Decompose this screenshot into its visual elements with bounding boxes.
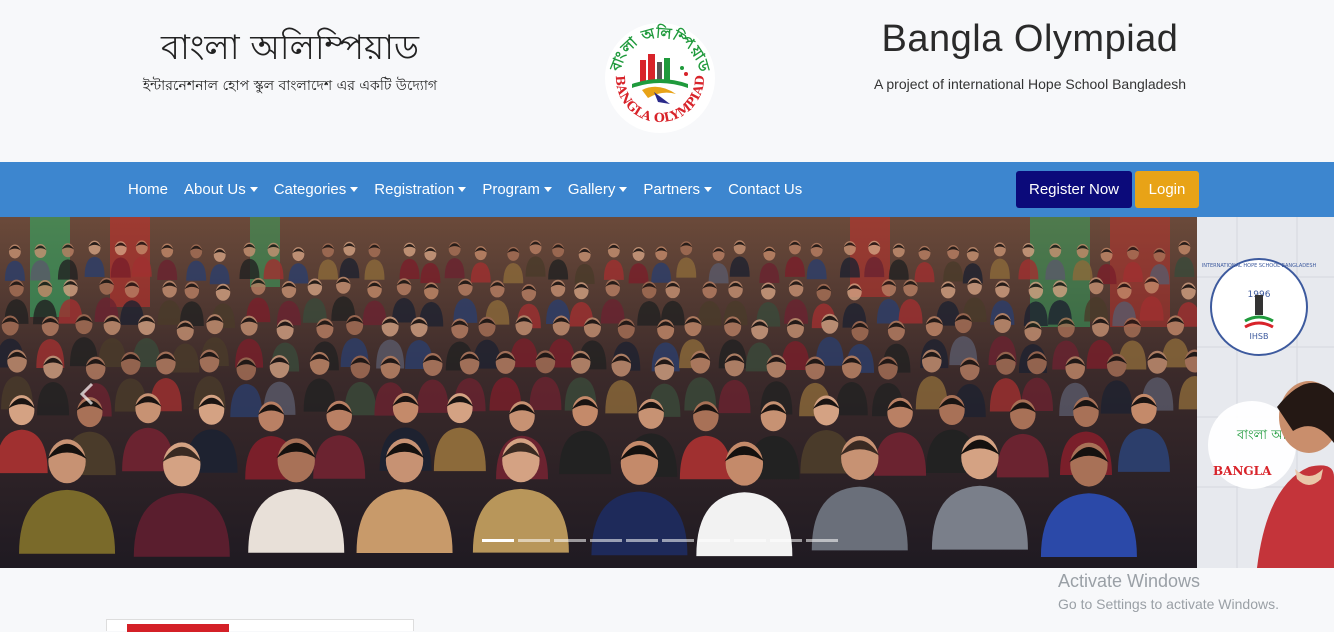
english-title: Bangla Olympiad [881,18,1179,60]
nav-label: Program [482,181,540,198]
nav-label: Home [128,181,169,198]
badge-abbr: IHSB [1250,332,1269,341]
english-subtitle: A project of international Hope School B… [873,76,1187,92]
nav-item-about-us[interactable]: About Us [176,181,266,198]
bangla-olympiad-logo[interactable]: বাংলা অলিম্পিয়াড BANGLA OLYMPIAD [602,20,718,138]
nav-item-program[interactable]: Program [474,181,560,198]
nav-item-home[interactable]: Home [120,181,176,198]
nav-label: Partners [643,181,701,198]
nav-label: Categories [273,181,347,198]
carousel-indicator[interactable] [554,539,586,542]
nav-label: Registration [374,181,455,198]
caret-down-icon [619,187,628,192]
bangla-title: বাংলা অলিম্পিয়াড [161,28,419,68]
next-slide-image: 1996 IHSB INTERNATIONAL HOPE SCHOOL BANG… [1197,217,1334,568]
main-navbar: Home About Us Categories Registration Pr… [0,162,1334,217]
carousel-indicator[interactable] [518,539,550,542]
carousel-next-slide-preview: 1996 IHSB INTERNATIONAL HOPE SCHOOL BANG… [1197,217,1334,568]
nav-item-partners[interactable]: Partners [635,181,720,198]
event-audience-photo [0,217,1197,568]
nav-item-gallery[interactable]: Gallery [560,181,636,198]
carousel-indicator[interactable] [626,539,658,542]
carousel-indicator[interactable] [698,539,730,542]
card-header-bar [127,624,229,632]
caret-down-icon [543,187,552,192]
carousel-indicator[interactable] [590,539,622,542]
windows-activation-watermark: Activate Windows Go to Settings to activ… [1058,571,1279,612]
nav-item-contact-us[interactable]: Contact Us [720,181,810,198]
bangla-subtitle: ইন্টারনেশনাল হোপ স্কুল বাংলাদেশ এর একটি … [142,78,438,94]
content-card [106,619,414,632]
caret-down-icon [350,187,359,192]
carousel-indicator[interactable] [806,539,838,542]
hero-carousel[interactable] [0,217,1197,568]
caret-down-icon [458,187,467,192]
nav-label: Gallery [567,181,616,198]
carousel-indicator[interactable] [482,539,514,542]
nav-label: About Us [184,181,246,198]
nav-item-categories[interactable]: Categories [266,181,367,198]
caret-down-icon [704,187,713,192]
watermark-title: Activate Windows [1058,571,1201,591]
nav-item-registration[interactable]: Registration [366,181,474,198]
chevron-left-icon[interactable] [78,382,96,406]
carousel-indicator[interactable] [734,539,766,542]
watermark-subtitle: Go to Settings to activate Windows. [1058,596,1279,612]
caret-down-icon [249,187,258,192]
badge-text: INTERNATIONAL HOPE SCHOOL BANGLADESH [1202,263,1317,269]
login-button[interactable]: Login [1135,171,1199,208]
site-header: বাংলা অলিম্পিয়াড ইন্টারনেশনাল হোপ স্কুল… [0,0,1334,162]
register-now-button[interactable]: Register Now [1016,171,1132,208]
carousel-indicator[interactable] [662,539,694,542]
nav-label: Contact Us [728,181,803,198]
partial-logo-text-en: BANGLA [1213,464,1272,478]
carousel-indicator[interactable] [770,539,802,542]
carousel-indicators [482,539,838,542]
nav-menu: Home About Us Categories Registration Pr… [120,162,810,217]
